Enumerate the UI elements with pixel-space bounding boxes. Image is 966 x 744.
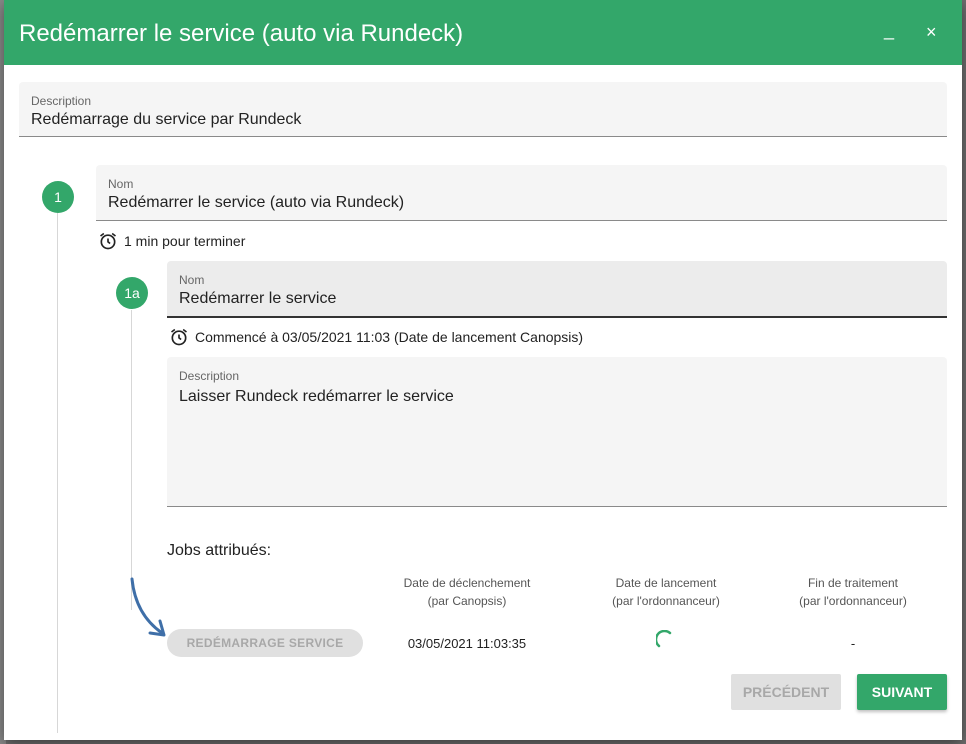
job-trigger-date: 03/05/2021 11:03:35	[407, 636, 527, 651]
header-launch-date-line1: Date de lancement	[615, 576, 717, 590]
description-field[interactable]: Description Redémarrage du service par R…	[19, 82, 947, 137]
job-redemarrage-service-button[interactable]: REDÉMARRAGE SERVICE	[167, 629, 363, 657]
next-button[interactable]: SUIVANT	[857, 674, 947, 710]
step1a-description-field[interactable]: Description Laisser Rundeck redémarrer l…	[167, 357, 947, 507]
step1a-name-value: Redémarrer le service	[179, 290, 337, 307]
minimize-button[interactable]: _	[884, 20, 894, 40]
step1-duration-text: 1 min pour terminer	[124, 233, 246, 249]
alarm-clock-icon	[100, 232, 116, 250]
loading-spinner-icon	[656, 630, 672, 648]
jobs-title: Jobs attribués:	[167, 542, 272, 559]
description-value: Redémarrage du service par Rundeck	[31, 111, 302, 128]
step1a-description-value: Laisser Rundeck redémarrer le service	[179, 388, 454, 405]
header-trigger-date-line1: Date de déclenchement	[403, 576, 531, 590]
step1-name-field[interactable]: Nom Redémarrer le service (auto via Rund…	[96, 165, 947, 221]
header-launch-date: Date de lancement (par l'ordonnanceur)	[581, 574, 751, 610]
alarm-clock-icon	[171, 328, 187, 346]
close-button[interactable]: ×	[926, 22, 937, 42]
modal-dialog: Redémarrer le service (auto via Rundeck)…	[4, 0, 962, 740]
header-trigger-date-line2: (par Canopsis)	[427, 594, 507, 608]
step1a-started: Commencé à 03/05/2021 11:03 (Date de lan…	[169, 327, 583, 347]
description-label: Description	[31, 94, 92, 108]
substep-connector-line	[131, 310, 132, 610]
step1a-name-field[interactable]: Nom Redémarrer le service	[167, 261, 947, 318]
header-end-date-line2: (par l'ordonnanceur)	[799, 594, 907, 608]
step1a-name-label: Nom	[179, 273, 205, 287]
step-1a-badge: 1a	[116, 277, 148, 309]
step1a-description-label: Description	[179, 369, 240, 383]
step-connector-line	[57, 213, 58, 733]
arrow-annotation	[130, 577, 166, 637]
header-end-date-line1: Fin de traitement	[807, 576, 899, 590]
step1a-started-text: Commencé à 03/05/2021 11:03 (Date de lan…	[195, 329, 584, 345]
dialog-header: Redémarrer le service (auto via Rundeck)…	[4, 0, 962, 65]
header-launch-date-line2: (par l'ordonnanceur)	[612, 594, 720, 608]
header-end-date: Fin de traitement (par l'ordonnanceur)	[768, 574, 938, 610]
step1-duration: 1 min pour terminer	[98, 231, 245, 251]
header-trigger-date: Date de déclenchement (par Canopsis)	[382, 574, 552, 610]
step1-name-label: Nom	[108, 177, 134, 191]
step1-name-value: Redémarrer le service (auto via Rundeck)	[108, 194, 405, 211]
previous-button[interactable]: PRÉCÉDENT	[731, 674, 841, 710]
job-end-date: -	[850, 636, 856, 651]
dialog-title: Redémarrer le service (auto via Rundeck)	[19, 20, 464, 47]
step-1-badge: 1	[42, 181, 74, 213]
